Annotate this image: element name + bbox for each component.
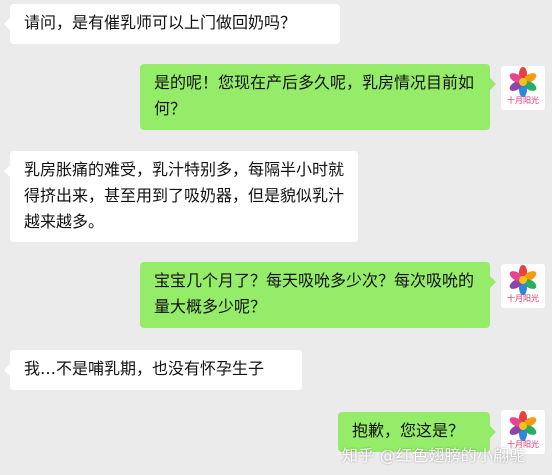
message-text: 我…不是哺乳期，也没有怀孕生子 (24, 359, 265, 378)
message-bubble-incoming[interactable]: 我…不是哺乳期，也没有怀孕生子 (4, 350, 302, 390)
message-text: 宝宝几个月了？每天吸吮多少次？每次吸吮的量大概多少呢？ (154, 271, 475, 316)
zhihu-watermark: 知乎 @红色翅膀的小翩鸵 (342, 446, 526, 465)
message-text: 抱歉，您这是？ (352, 421, 465, 440)
message-bubble-incoming[interactable]: 乳房胀痛的难受，乳汁特别多，每隔半小时就得挤出来，甚至用到了吸奶器，但是貌似乳汁… (4, 151, 358, 242)
message-text: 乳房胀痛的难受，乳汁特别多，每隔半小时就得挤出来，甚至用到了吸奶器，但是貌似乳汁… (24, 160, 345, 231)
logo-text: 十月阳光 (507, 95, 539, 105)
message-text: 是的呢！您现在产后多久呢，乳房情况目前如何？ (154, 73, 475, 118)
avatar[interactable]: 十月阳光 (501, 264, 545, 308)
message-text: 请问，是有催乳师可以上门做回奶吗？ (24, 13, 297, 32)
message-bubble-incoming[interactable]: 请问，是有催乳师可以上门做回奶吗？ (4, 4, 340, 44)
flower-logo-icon: 十月阳光 (507, 67, 539, 105)
message-bubble-outgoing[interactable]: 是的呢！您现在产后多久呢，乳房情况目前如何？ (140, 64, 496, 130)
logo-text: 十月阳光 (507, 293, 539, 303)
flower-logo-icon: 十月阳光 (507, 265, 539, 303)
avatar[interactable]: 十月阳光 (501, 66, 545, 110)
message-bubble-outgoing[interactable]: 宝宝几个月了？每天吸吮多少次？每次吸吮的量大概多少呢？ (140, 262, 496, 328)
